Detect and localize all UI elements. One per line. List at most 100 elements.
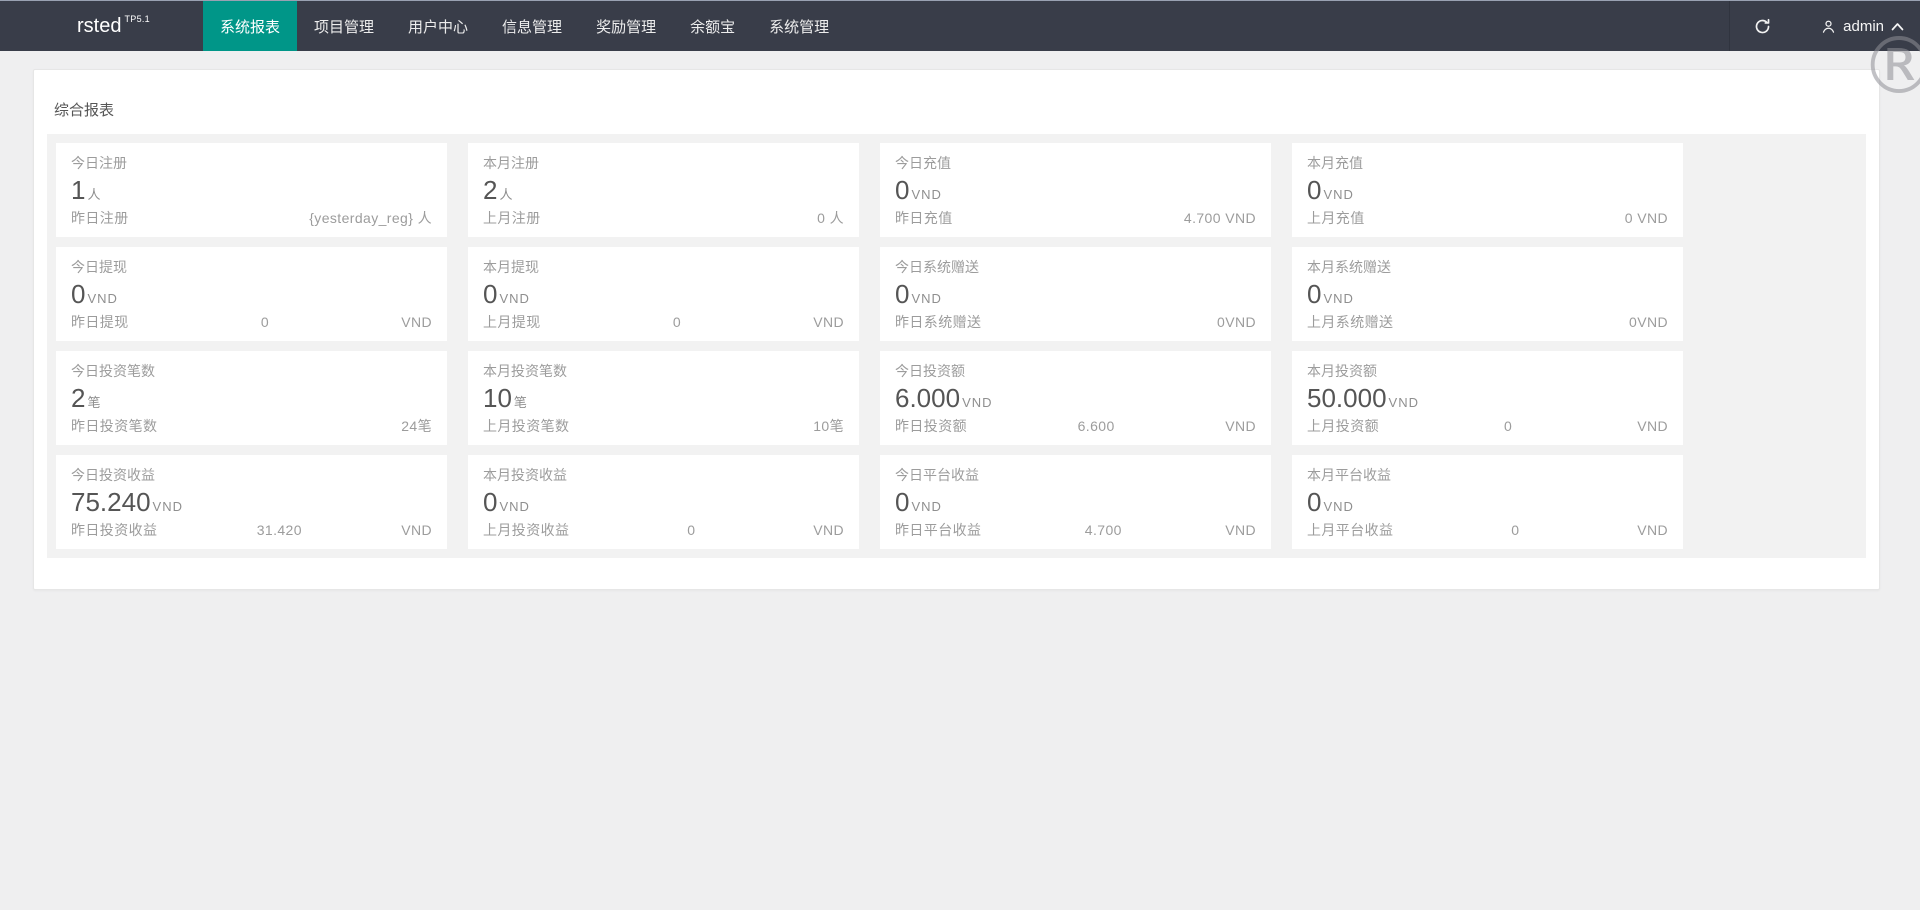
stat-footer-right-value: {yesterday_reg} 人 <box>309 211 432 225</box>
nav-item-6[interactable]: 系统管理 <box>752 1 846 51</box>
top-navbar: rsted TP5.1 系统报表项目管理用户中心信息管理奖励管理余额宝系统管理 … <box>0 0 1920 51</box>
stat-value-unit: VND <box>1323 291 1353 306</box>
stat-card-value: 6.000 VND <box>895 385 1256 412</box>
stat-footer-mid-value: 31.420 <box>257 523 302 537</box>
stat-card-footer: 上月注册 0 人 <box>483 211 844 225</box>
stat-footer-right-value: 10笔 <box>813 419 844 433</box>
stat-card-footer: 昨日注册 {yesterday_reg} 人 <box>71 211 432 225</box>
stat-card-title: 今日注册 <box>71 156 432 170</box>
stat-footer-label: 昨日投资笔数 <box>71 419 157 433</box>
stat-value-unit: 人 <box>87 184 101 203</box>
stats-grid: 今日注册 1 人 昨日注册 {yesterday_reg} 人 本月注册 2 人… <box>47 134 1866 558</box>
page-title: 综合报表 <box>34 70 1879 134</box>
stat-footer-right-value: VND <box>401 523 432 537</box>
stat-footer-right-value: 0 VND <box>1625 211 1668 225</box>
stat-footer-label: 上月注册 <box>483 211 541 225</box>
stat-card-footer: 昨日投资笔数 24笔 <box>71 419 432 433</box>
stat-footer-right-value: VND <box>813 315 844 329</box>
stat-card-title: 本月注册 <box>483 156 844 170</box>
user-menu[interactable]: admin <box>1795 1 1920 51</box>
stat-value-unit: VND <box>499 291 529 306</box>
stat-card: 今日投资笔数 2 笔 昨日投资笔数 24笔 <box>56 351 447 445</box>
nav-item-1[interactable]: 项目管理 <box>297 1 391 51</box>
stat-footer-mid-value: 0 <box>261 315 269 329</box>
stat-card-footer: 上月提现 0 VND <box>483 315 844 329</box>
nav-item-4[interactable]: 奖励管理 <box>579 1 673 51</box>
stat-card: 本月投资笔数 10 笔 上月投资笔数 10笔 <box>468 351 859 445</box>
stat-footer-right-value: VND <box>1637 419 1668 433</box>
stat-value-number: 1 <box>71 177 85 204</box>
stat-footer-mid-value: 6.600 <box>1078 419 1115 433</box>
stat-card-footer: 上月投资额 0 VND <box>1307 419 1668 433</box>
stat-footer-right-value: 4.700 VND <box>1184 211 1256 225</box>
stat-footer-mid-value: 0 <box>673 315 681 329</box>
stat-footer-label: 昨日注册 <box>71 211 129 225</box>
nav-item-label: 奖励管理 <box>596 16 656 37</box>
nav-item-label: 系统报表 <box>220 16 280 37</box>
stat-card-title: 本月提现 <box>483 260 844 274</box>
app-logo-text: rsted <box>77 15 121 38</box>
stat-footer-label: 上月投资笔数 <box>483 419 569 433</box>
nav-item-5[interactable]: 余额宝 <box>673 1 752 51</box>
stat-value-unit: VND <box>962 395 992 410</box>
nav-item-label: 系统管理 <box>769 16 829 37</box>
stat-footer-mid-value: 4.700 <box>1085 523 1122 537</box>
stat-card-footer: 昨日系统赠送 0VND <box>895 315 1256 329</box>
chevron-up-icon <box>1891 22 1904 31</box>
stat-card-value: 0 VND <box>71 281 432 308</box>
stat-card-title: 今日提现 <box>71 260 432 274</box>
stat-card-footer: 昨日投资收益 31.420 VND <box>71 523 432 537</box>
stat-card-value: 0 VND <box>1307 177 1668 204</box>
refresh-button[interactable] <box>1730 1 1795 51</box>
stat-card: 今日充值 0 VND 昨日充值 4.700 VND <box>880 143 1271 237</box>
stat-card-value: 2 笔 <box>71 385 432 412</box>
stat-card-title: 本月充值 <box>1307 156 1668 170</box>
stat-footer-mid-value: 0 <box>1511 523 1519 537</box>
stat-footer-label: 昨日充值 <box>895 211 953 225</box>
stat-card-title: 本月投资收益 <box>483 468 844 482</box>
stat-card: 今日投资收益 75.240 VND 昨日投资收益 31.420 VND <box>56 455 447 549</box>
stat-card-value: 75.240 VND <box>71 489 432 516</box>
stat-card: 本月投资收益 0 VND 上月投资收益 0 VND <box>468 455 859 549</box>
app-logo[interactable]: rsted TP5.1 <box>77 1 203 51</box>
stat-card: 今日注册 1 人 昨日注册 {yesterday_reg} 人 <box>56 143 447 237</box>
stat-card-title: 今日投资收益 <box>71 468 432 482</box>
stat-value-unit: 人 <box>499 184 513 203</box>
stat-value-unit: 笔 <box>87 392 101 411</box>
stat-footer-mid-value: 0 <box>1504 419 1512 433</box>
stat-card-title: 今日充值 <box>895 156 1256 170</box>
stat-value-number: 6.000 <box>895 385 960 412</box>
report-panel: 综合报表 今日注册 1 人 昨日注册 {yesterday_reg} 人 本月注… <box>33 69 1880 590</box>
nav-item-label: 信息管理 <box>502 16 562 37</box>
stat-footer-right-value: 24笔 <box>401 419 432 433</box>
stat-footer-label: 上月充值 <box>1307 211 1365 225</box>
stat-value-number: 0 <box>483 281 497 308</box>
stat-card-footer: 上月平台收益 0 VND <box>1307 523 1668 537</box>
stat-value-unit: 笔 <box>514 392 528 411</box>
stat-card: 今日投资额 6.000 VND 昨日投资额 6.600 VND <box>880 351 1271 445</box>
stat-value-number: 0 <box>1307 281 1321 308</box>
stat-card-value: 0 VND <box>483 281 844 308</box>
stat-card-value: 10 笔 <box>483 385 844 412</box>
app-logo-version: TP5.1 <box>124 14 150 24</box>
nav-item-2[interactable]: 用户中心 <box>391 1 485 51</box>
stat-footer-label: 昨日投资额 <box>895 419 967 433</box>
stat-value-number: 0 <box>71 281 85 308</box>
stat-card-footer: 昨日充值 4.700 VND <box>895 211 1256 225</box>
stat-card: 今日提现 0 VND 昨日提现 0 VND <box>56 247 447 341</box>
user-icon <box>1821 19 1836 34</box>
stat-footer-label: 昨日系统赠送 <box>895 315 981 329</box>
stat-card-value: 0 VND <box>895 489 1256 516</box>
stat-card: 本月充值 0 VND 上月充值 0 VND <box>1292 143 1683 237</box>
stat-footer-right-value: VND <box>1637 523 1668 537</box>
nav-item-3[interactable]: 信息管理 <box>485 1 579 51</box>
nav-item-0[interactable]: 系统报表 <box>203 1 297 51</box>
stat-footer-right-value: 0 人 <box>817 211 844 225</box>
stat-value-unit: VND <box>87 291 117 306</box>
stat-card: 本月注册 2 人 上月注册 0 人 <box>468 143 859 237</box>
stat-value-number: 0 <box>1307 177 1321 204</box>
stat-card-value: 1 人 <box>71 177 432 204</box>
stat-value-unit: VND <box>1389 395 1419 410</box>
stat-card-value: 2 人 <box>483 177 844 204</box>
stat-card-footer: 昨日投资额 6.600 VND <box>895 419 1256 433</box>
